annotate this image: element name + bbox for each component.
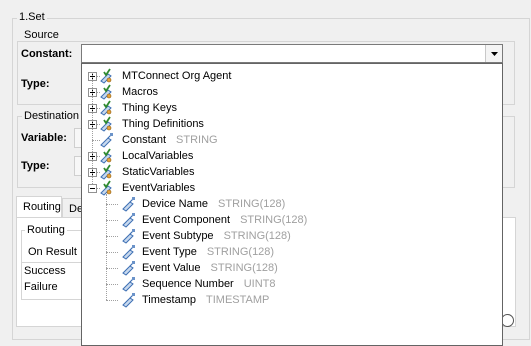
tree-item-label: Thing Definitions [122,116,204,132]
tree-item-type: STRING [176,134,218,146]
variable-icon [120,196,136,212]
routing-group-title: Routing [25,224,67,236]
tree-item-label: EventVariables [122,180,195,196]
tree-item[interactable]: Event Subtype STRING(128) [82,228,502,244]
variable-tree-dropdown[interactable]: MTConnect Org Agent Macros Thing Keys Thing… [81,63,503,346]
tree-item-type: STRING(128) [206,246,275,258]
tree-item[interactable]: Thing Definitions [82,116,502,132]
tree-item[interactable]: Event Value STRING(128) [82,260,502,276]
combo-dropdown-button[interactable] [485,45,502,62]
folder-check-icon [98,84,114,100]
tree-item-label: Event Component STRING(128) [142,212,307,228]
tree-item-label: MTConnect Org Agent [122,68,231,84]
tree-item-label: LocalVariables [122,148,193,164]
variable-icon [98,132,114,148]
tree-item-name: Event Value [142,262,201,274]
tree-item-name: Macros [122,86,159,98]
variable-icon [120,212,136,228]
tree-item-name: Sequence Number [142,278,234,290]
tree-connector [106,204,118,205]
tree-connector [106,268,118,269]
variable-label: Variable: [21,132,67,144]
destination-type-label: Type: [21,160,50,172]
tree-item[interactable]: Device Name STRING(128) [82,196,502,212]
tree-item-type: TIMESTAMP [206,294,270,306]
tree-item-name: MTConnect Org Agent [122,70,232,82]
tree-item[interactable]: MTConnect Org Agent [82,68,502,84]
tab-routing[interactable]: Routing [16,196,62,218]
tree-item-name: EventVariables [122,182,196,194]
tree-item-name: Constant [122,134,167,146]
collapse-minus-icon[interactable] [88,184,97,193]
tree-item-name: StaticVariables [122,166,195,178]
tree-item[interactable]: StaticVariables [82,164,502,180]
tree-item-name: Timestamp [142,294,196,306]
tree-connector [106,284,118,285]
tree-item-name: Thing Definitions [122,118,204,130]
tree-guide-line [92,72,93,184]
folder-check-icon [98,100,114,116]
tree-item-label: Event Type STRING(128) [142,244,274,260]
variable-icon [120,260,136,276]
tab-routing-label: Routing [23,201,61,213]
tree-item-label: StaticVariables [122,164,195,180]
tree-item[interactable]: Macros [82,84,502,100]
tree-item-label: Constant STRING [122,132,218,148]
tree-connector [106,236,118,237]
tree-item-label: Sequence Number UINT8 [142,276,276,292]
routing-row-success[interactable]: Success [24,265,66,277]
tree-item-name: Event Type [142,246,197,258]
tree-item[interactable]: EventVariables [82,180,502,196]
tree-item-name: LocalVariables [122,150,194,162]
tree-item-type: UINT8 [243,278,276,290]
tree-item[interactable]: Timestamp TIMESTAMP [82,292,502,308]
tree-item-label: Thing Keys [122,100,177,116]
folder-check-icon [98,148,114,164]
source-type-label: Type: [21,78,50,90]
tree-item[interactable]: Sequence Number UINT8 [82,276,502,292]
tree-connector [106,300,118,301]
tree-item-name: Event Component [142,214,231,226]
tree-item-type: STRING(128) [218,198,286,210]
tree-item-label: Macros [122,84,158,100]
folder-check-icon [98,116,114,132]
set-group-title: 1.Set [17,11,47,23]
chevron-down-icon [490,51,498,56]
tree-item-type: STRING(128) [223,230,291,242]
constant-label: Constant: [21,48,73,60]
folder-check-icon [98,68,114,84]
tree-item[interactable]: Event Type STRING(128) [82,244,502,260]
tree-item-label: Event Value STRING(128) [142,260,278,276]
routing-row-failure[interactable]: Failure [24,281,58,293]
tree-item-type: STRING(128) [210,262,278,274]
tree-item-name: Thing Keys [122,102,178,114]
tree-connector [106,252,118,253]
variable-icon [120,292,136,308]
tree-connector [106,220,118,221]
tree-item-label: Device Name STRING(128) [142,196,285,212]
tree-item-type: STRING(128) [240,214,308,226]
tree-item-label: Timestamp TIMESTAMP [142,292,269,308]
tree-guide-line [106,194,107,300]
tree-item-label: Event Subtype STRING(128) [142,228,291,244]
tree-item-name: Device Name [142,198,209,210]
tree-item[interactable]: Thing Keys [82,100,502,116]
tree-item-name: Event Subtype [142,230,214,242]
tree-item[interactable]: Constant STRING [82,132,502,148]
tree-item[interactable]: LocalVariables [82,148,502,164]
variable-icon [120,276,136,292]
variable-icon [120,244,136,260]
on-result-header: On Result [28,246,77,258]
destination-group-title: Destination [22,110,82,122]
tree-item[interactable]: Event Component STRING(128) [82,212,502,228]
source-group-title: Source [22,29,61,41]
routing-header-line [21,262,83,263]
variable-icon [120,228,136,244]
constant-combobox[interactable] [81,44,503,63]
folder-check-icon [98,164,114,180]
